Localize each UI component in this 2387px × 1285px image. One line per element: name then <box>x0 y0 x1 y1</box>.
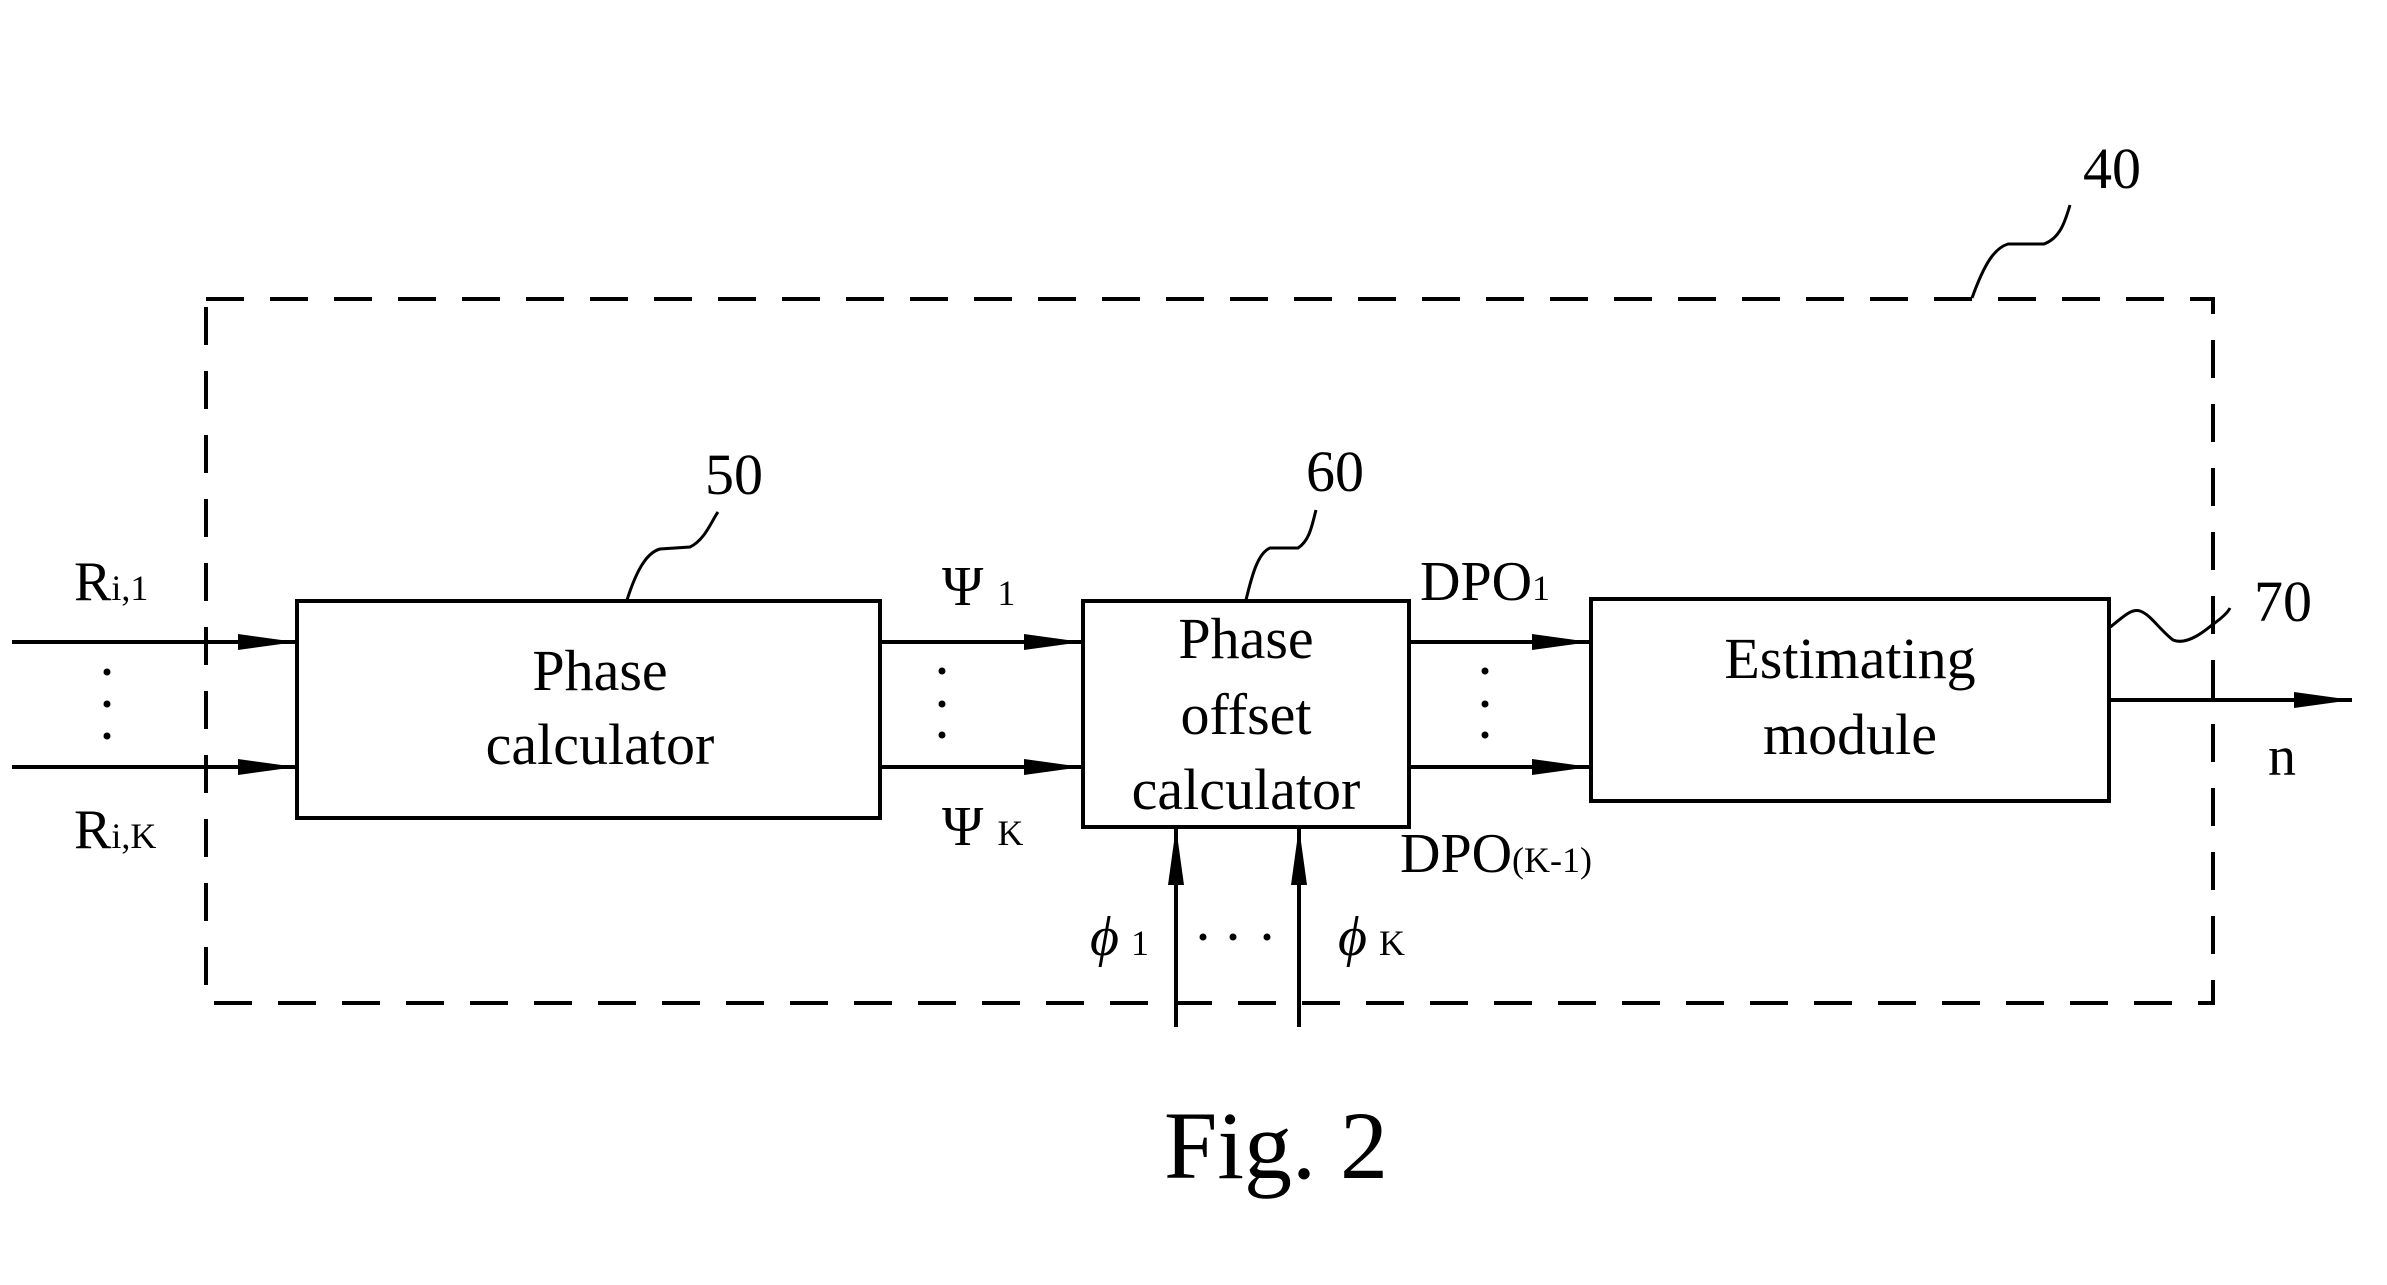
output-label-n: n <box>2268 726 2296 788</box>
input-label-r1: Ri,1 <box>74 551 148 613</box>
phase-offset-calculator-label-line2: offset <box>1180 682 1311 747</box>
reference-label-phik: ϕK <box>1338 906 1405 968</box>
block-diagram: 40 Ri,1 Ri,K Phase calculator 50 Ψ1 ΨK P… <box>12 136 2352 1199</box>
phase-ellipsis <box>938 667 946 739</box>
figure-caption: Fig. 2 <box>1164 1092 1388 1199</box>
leader-line-60 <box>1244 509 1318 601</box>
input-label-rk: Ri,K <box>74 799 156 861</box>
reference-ellipsis <box>1199 933 1271 941</box>
ref-label-70: 70 <box>2254 569 2312 634</box>
input-ellipsis <box>103 668 111 740</box>
phase-calculator-block <box>295 599 882 820</box>
phase-offset-calculator-label-line1: Phase <box>1178 606 1313 671</box>
offset-label-dpok: DPO(K-1) <box>1400 823 1592 885</box>
ref-label-50: 50 <box>705 442 763 507</box>
offset-ellipsis <box>1481 667 1489 739</box>
phase-calculator-label-line2: calculator <box>486 712 715 777</box>
estimating-module-label-line2: module <box>1763 702 1937 767</box>
reference-label-phi1: ϕ1 <box>1090 906 1149 968</box>
phase-offset-calculator-label-line3: calculator <box>1132 757 1361 822</box>
ref-label-60: 60 <box>1306 439 1364 504</box>
offset-label-dpo1: DPO1 <box>1420 551 1550 613</box>
phase-label-psi1: Ψ1 <box>942 556 1015 618</box>
estimating-module-label-line1: Estimating <box>1724 626 1975 691</box>
phase-calculator-label-line1: Phase <box>532 638 667 703</box>
phase-label-psik: ΨK <box>942 796 1023 858</box>
ref-label-40: 40 <box>2083 136 2141 201</box>
leader-line-50 <box>625 511 720 601</box>
leader-line-40 <box>1970 204 2072 299</box>
